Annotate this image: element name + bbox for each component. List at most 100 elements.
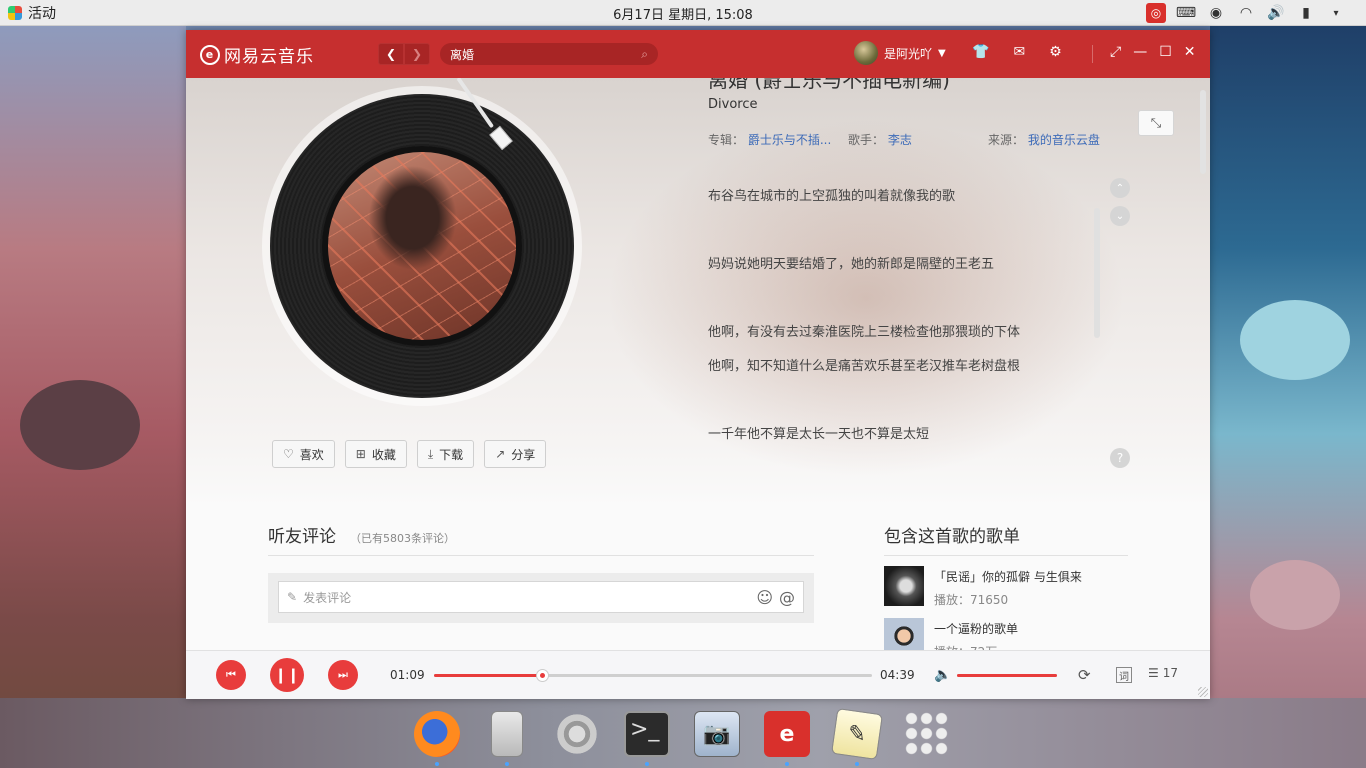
maximize-icon[interactable]: ☐ — [1159, 44, 1172, 60]
current-time: 01:09 — [390, 668, 425, 682]
user-menu[interactable]: 是阿光吖 ▼ — [854, 41, 946, 65]
app-logo[interactable]: e 网易云音乐 — [200, 42, 314, 67]
collapse-player-button[interactable]: ⤡ — [1138, 110, 1174, 136]
keyboard-icon[interactable]: ⌨ — [1176, 3, 1196, 23]
artist-link[interactable]: 李志 — [888, 131, 912, 148]
netease-music-tray-icon[interactable]: ◎ — [1146, 3, 1166, 23]
tonearm — [456, 78, 516, 151]
skin-icon[interactable]: 👕 — [972, 44, 989, 60]
playlist-name[interactable]: 「民谣」你的孤僻 与生俱来 — [934, 568, 1082, 585]
playback-control-bar: ⏮ ❙❙ ⏭ 01:09 04:39 🔈 ⟳ 词 ☰ 17 — [186, 650, 1210, 699]
minimize-icon[interactable]: — — [1133, 44, 1147, 60]
comments-count: （已有5803条评论） — [350, 532, 455, 545]
lyrics-scrollbar[interactable] — [1094, 208, 1100, 338]
dock-files[interactable] — [472, 702, 542, 766]
lyrics-scroll-up-icon[interactable]: ⌃ — [1110, 178, 1130, 198]
netease-music-window: e 网易云音乐 ❮ ❯ 离婚 ⌕ 是阿光吖 ▼ 👕 ✉ ⚙ ⤢ — ☐ ✕ ♡ … — [186, 30, 1210, 699]
song-subtitle: Divorce — [708, 97, 758, 112]
comment-placeholder: 发表评论 — [303, 590, 352, 605]
emoji-icon[interactable]: ☺ — [756, 588, 773, 607]
lyric-toggle-button[interactable]: 词 — [1116, 667, 1132, 683]
total-time: 04:39 — [880, 668, 915, 682]
lyric-line: 他啊，知不知道什么是痛苦欢乐甚至老汉推车老树盘根 — [708, 359, 1021, 374]
forward-button[interactable]: ❯ — [404, 43, 430, 65]
download-button[interactable]: ⤓ 下载 — [416, 440, 475, 468]
firefox-icon — [414, 711, 460, 757]
power-caret-icon[interactable]: ▾ — [1326, 3, 1346, 23]
repeat-icon[interactable]: ⟳ — [1078, 666, 1091, 684]
source-link[interactable]: 我的音乐云盘 — [1028, 131, 1100, 148]
dock-app-grid[interactable] — [892, 702, 962, 766]
album-link[interactable]: 爵士乐与不插... — [748, 131, 831, 148]
source-label: 来源： — [988, 133, 1025, 147]
lyric-line — [708, 384, 1088, 418]
record-icon[interactable]: ◉ — [1206, 3, 1226, 23]
dock-settings[interactable] — [542, 702, 612, 766]
collect-label: 收藏 — [371, 447, 396, 462]
share-button[interactable]: ↗ 分享 — [484, 440, 547, 468]
dock: >_ 📷 e ✎ — [402, 702, 962, 768]
pencil-icon: ✎ — [287, 590, 298, 604]
resize-grip[interactable] — [1198, 687, 1208, 697]
collect-button[interactable]: ⊞ 收藏 — [344, 440, 407, 468]
lyric-line: 作词：李志 — [708, 168, 1088, 180]
back-button[interactable]: ❮ — [378, 43, 404, 65]
lyric-line: 布谷鸟在城市的上空孤独的叫着就像我的歌 — [708, 189, 956, 204]
mini-mode-icon[interactable]: ⤢ — [1110, 44, 1121, 60]
download-label: 下载 — [439, 447, 464, 462]
mail-icon[interactable]: ✉ — [1013, 44, 1025, 60]
playlist-name[interactable]: 一个逼粉的歌单 — [934, 620, 1018, 637]
list-item[interactable]: 「民谣」你的孤僻 与生俱来 播放：71650 — [884, 566, 1128, 608]
progress-handle[interactable] — [536, 669, 550, 682]
now-playing-panel: ♡ 喜欢 ⊞ 收藏 ⤓ 下载 ↗ 分享 离婚 (爵士乐与不插电新编) Divor… — [186, 78, 1210, 508]
like-button[interactable]: ♡ 喜欢 — [272, 440, 335, 468]
terminal-icon: >_ — [624, 711, 670, 757]
playlist-button[interactable]: ☰ 17 — [1148, 666, 1178, 680]
photos-icon: 📷 — [694, 711, 740, 757]
lyric-line: 妈妈说她明天要结婚了，她的新郎是隔壁的王老五 — [708, 257, 995, 272]
lyric-line — [708, 214, 1088, 248]
pause-button[interactable]: ❙❙ — [270, 658, 304, 692]
lyrics-scroll-down-icon[interactable]: ⌄ — [1110, 206, 1130, 226]
comment-box: ✎ 发表评论 ☺ @ — [268, 573, 814, 623]
avatar[interactable] — [854, 41, 878, 65]
battery-icon[interactable]: ▮ — [1296, 3, 1316, 23]
previous-track-button[interactable]: ⏮ — [216, 660, 246, 690]
search-icon[interactable]: ⌕ — [641, 47, 648, 62]
volume-icon[interactable]: 🔊 — [1266, 3, 1286, 23]
playlist-cover[interactable] — [884, 566, 924, 606]
like-label: 喜欢 — [299, 447, 324, 462]
progress-slider[interactable] — [434, 669, 872, 682]
album-cover — [322, 146, 522, 346]
dock-terminal[interactable]: >_ — [612, 702, 682, 766]
user-name[interactable]: 是阿光吖 — [884, 45, 932, 62]
heart-icon: ♡ — [283, 447, 294, 461]
page-scrollbar[interactable] — [1200, 90, 1206, 174]
close-icon[interactable]: ✕ — [1184, 44, 1196, 60]
dock-netease-music[interactable]: e — [752, 702, 822, 766]
next-track-button[interactable]: ⏭ — [328, 660, 358, 690]
title-bar: e 网易云音乐 ❮ ❯ 离婚 ⌕ 是阿光吖 ▼ 👕 ✉ ⚙ ⤢ — ☐ ✕ — [186, 30, 1210, 78]
dock-photos[interactable]: 📷 — [682, 702, 752, 766]
playlists-title: 包含这首歌的歌单 — [884, 522, 1128, 556]
share-icon: ↗ — [495, 447, 506, 461]
gear-icon[interactable]: ⚙ — [1049, 44, 1062, 60]
dock-firefox[interactable] — [402, 702, 472, 766]
chevron-down-icon[interactable]: ▼ — [938, 48, 946, 59]
mention-icon[interactable]: @ — [779, 588, 795, 607]
wifi-icon[interactable]: ◠ — [1236, 3, 1256, 23]
volume-icon[interactable]: 🔈 — [934, 667, 951, 683]
search-input-value: 离婚 — [450, 47, 475, 62]
help-icon[interactable]: ? — [1110, 448, 1130, 468]
playlist-count: 17 — [1162, 666, 1179, 680]
title-divider — [1092, 45, 1093, 63]
dock-text-editor[interactable]: ✎ — [822, 702, 892, 766]
lyrics-panel[interactable]: 作词：李志布谷鸟在城市的上空孤独的叫着就像我的歌 妈妈说她明天要结婚了，她的新郎… — [708, 168, 1088, 458]
volume-slider[interactable] — [957, 674, 1057, 677]
song-title: 离婚 (爵士乐与不插电新编) — [708, 78, 950, 92]
activities-button[interactable]: 活动 — [0, 3, 56, 23]
netease-logo-icon: e — [200, 44, 220, 65]
search-input[interactable]: 离婚 ⌕ — [440, 43, 658, 65]
comment-input[interactable]: ✎ 发表评论 ☺ @ — [278, 581, 804, 613]
share-label: 分享 — [511, 447, 536, 462]
